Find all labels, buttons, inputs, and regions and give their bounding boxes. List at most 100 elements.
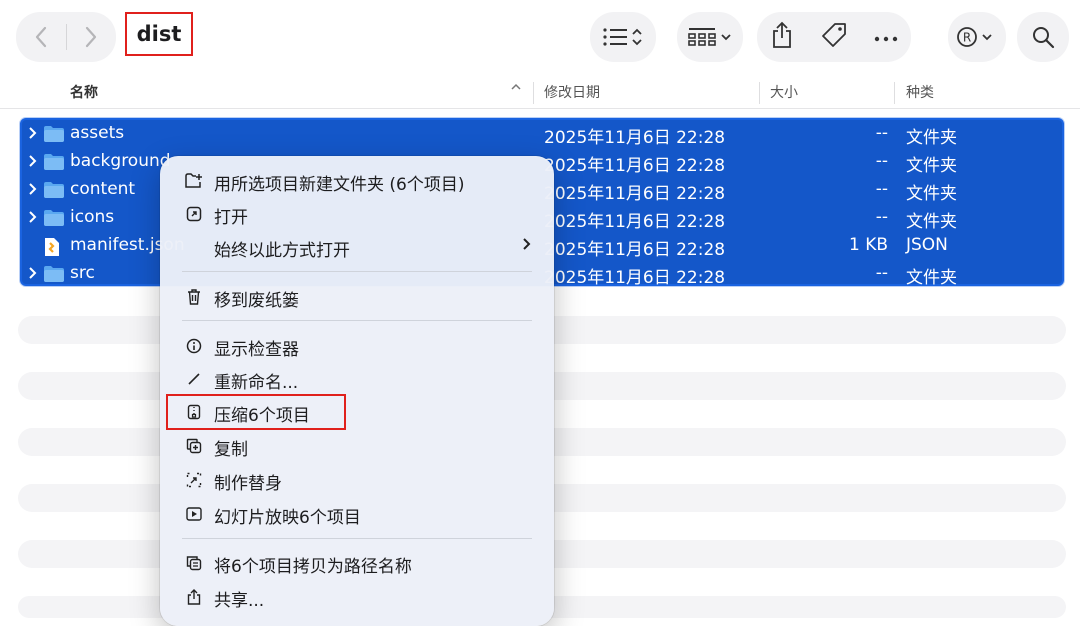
ellipsis-icon bbox=[874, 36, 898, 41]
file-size: -- bbox=[875, 179, 888, 199]
file-kind: 文件夹 bbox=[906, 212, 957, 232]
disclosure-chevron-icon[interactable] bbox=[28, 152, 38, 170]
share-icon bbox=[773, 21, 791, 48]
file-kind: 文件夹 bbox=[906, 268, 957, 288]
column-header-date[interactable]: 修改日期 bbox=[544, 82, 600, 102]
file-size: -- bbox=[875, 207, 888, 227]
trash-icon bbox=[184, 287, 204, 307]
navigation-group bbox=[16, 12, 116, 62]
alias-icon bbox=[184, 470, 204, 490]
registered-icon: R bbox=[957, 27, 992, 47]
menu-label: 幻灯片放映6个项目 bbox=[214, 508, 361, 528]
chevron-left-icon bbox=[35, 26, 46, 48]
menu-label: 打开 bbox=[214, 208, 248, 228]
column-headers: 名称 修改日期 大小 种类 bbox=[0, 76, 1080, 106]
file-kind: 文件夹 bbox=[906, 184, 957, 204]
folder-icon bbox=[44, 126, 64, 142]
back-button[interactable] bbox=[16, 12, 66, 62]
menu-separator bbox=[182, 538, 532, 539]
menu-item-share[interactable]: 共享... bbox=[160, 582, 554, 612]
info-icon bbox=[184, 336, 204, 356]
action-group bbox=[757, 12, 911, 62]
annotation-highlight-box bbox=[166, 394, 346, 430]
menu-item-make-alias[interactable]: 制作替身 bbox=[160, 465, 554, 495]
file-kind: 文件夹 bbox=[906, 128, 957, 148]
file-name: src bbox=[70, 263, 95, 283]
folder-icon bbox=[44, 266, 64, 282]
submenu-arrow-icon bbox=[522, 236, 532, 257]
menu-item-slideshow[interactable]: 幻灯片放映6个项目 bbox=[160, 499, 554, 529]
search-button[interactable] bbox=[1017, 12, 1069, 62]
menu-item-new-folder-with-selection[interactable]: 用所选项目新建文件夹 (6个项目) bbox=[160, 166, 554, 196]
menu-label: 制作替身 bbox=[214, 474, 282, 494]
menu-separator bbox=[182, 320, 532, 321]
view-mode-button[interactable] bbox=[590, 12, 656, 62]
menu-separator bbox=[182, 271, 532, 272]
menu-item-always-open-with[interactable]: 始终以此方式打开 bbox=[160, 232, 554, 262]
menu-item-copy-path[interactable]: 将6个项目拷贝为路径名称 bbox=[160, 548, 554, 578]
file-date: 2025年11月6日 22:28 bbox=[544, 156, 726, 176]
group-button[interactable] bbox=[677, 12, 743, 62]
disclosure-chevron-icon[interactable] bbox=[28, 180, 38, 198]
menu-item-move-to-trash[interactable]: 移到废纸篓 bbox=[160, 282, 554, 312]
column-divider[interactable] bbox=[533, 82, 534, 104]
tag-icon bbox=[822, 23, 846, 47]
svg-text:R: R bbox=[963, 31, 971, 45]
context-menu: 用所选项目新建文件夹 (6个项目) 打开 始终以此方式打开 移到废纸篓 显示检查… bbox=[160, 156, 554, 626]
file-date: 2025年11月6日 22:28 bbox=[544, 268, 726, 288]
play-icon bbox=[184, 504, 204, 524]
tag-button[interactable] bbox=[820, 21, 848, 53]
menu-label: 用所选项目新建文件夹 (6个项目) bbox=[214, 175, 465, 195]
file-kind: JSON bbox=[906, 235, 948, 255]
file-date: 2025年11月6日 22:28 bbox=[544, 240, 726, 260]
list-view-icon bbox=[603, 28, 642, 46]
menu-item-get-info[interactable]: 显示检查器 bbox=[160, 331, 554, 361]
column-header-size[interactable]: 大小 bbox=[770, 82, 798, 102]
sort-ascending-icon[interactable] bbox=[509, 80, 523, 98]
forward-button[interactable] bbox=[66, 12, 116, 62]
menu-item-open[interactable]: 打开 bbox=[160, 199, 554, 229]
file-name: assets bbox=[70, 123, 125, 143]
chevron-right-icon bbox=[86, 26, 97, 48]
menu-label: 将6个项目拷贝为路径名称 bbox=[214, 557, 412, 577]
share-button[interactable] bbox=[770, 21, 794, 53]
file-size: -- bbox=[875, 151, 888, 171]
menu-item-rename[interactable]: 重新命名... bbox=[160, 364, 554, 394]
duplicate-icon bbox=[184, 436, 204, 456]
file-date: 2025年11月6日 22:28 bbox=[544, 184, 726, 204]
menu-label: 重新命名... bbox=[214, 373, 299, 393]
json-file-icon bbox=[45, 238, 59, 256]
column-header-name[interactable]: 名称 bbox=[70, 82, 98, 102]
column-divider[interactable] bbox=[759, 82, 760, 104]
window-title: dist bbox=[136, 22, 182, 46]
disclosure-chevron-icon[interactable] bbox=[28, 124, 38, 142]
folder-icon bbox=[44, 154, 64, 170]
account-button[interactable]: R bbox=[948, 12, 1006, 62]
toolbar: dist R bbox=[0, 0, 1080, 74]
menu-label: 共享... bbox=[214, 591, 265, 611]
disclosure-chevron-icon[interactable] bbox=[28, 264, 38, 282]
menu-label: 始终以此方式打开 bbox=[214, 241, 350, 261]
column-divider[interactable] bbox=[894, 82, 895, 104]
file-row[interactable]: assets 2025年11月6日 22:28 -- 文件夹 bbox=[20, 120, 1064, 148]
new-folder-icon bbox=[184, 171, 204, 191]
menu-label: 显示检查器 bbox=[214, 340, 299, 360]
more-button[interactable] bbox=[874, 28, 898, 47]
copy-path-icon bbox=[184, 553, 204, 573]
file-kind: 文件夹 bbox=[906, 156, 957, 176]
column-header-kind[interactable]: 种类 bbox=[906, 82, 934, 102]
file-size: 1 KB bbox=[848, 235, 888, 255]
window-title-highlight: dist bbox=[125, 12, 193, 56]
file-name: content bbox=[70, 179, 136, 199]
file-date: 2025年11月6日 22:28 bbox=[544, 212, 726, 232]
open-icon bbox=[184, 204, 204, 224]
menu-item-duplicate[interactable]: 复制 bbox=[160, 431, 554, 461]
folder-icon bbox=[44, 182, 64, 198]
file-date: 2025年11月6日 22:28 bbox=[544, 128, 726, 148]
header-divider bbox=[0, 108, 1080, 109]
menu-label: 移到废纸篓 bbox=[214, 291, 299, 311]
magnifier-icon bbox=[1033, 27, 1055, 49]
file-size: -- bbox=[875, 123, 888, 143]
grid-group-icon bbox=[688, 28, 731, 46]
disclosure-chevron-icon[interactable] bbox=[28, 208, 38, 226]
